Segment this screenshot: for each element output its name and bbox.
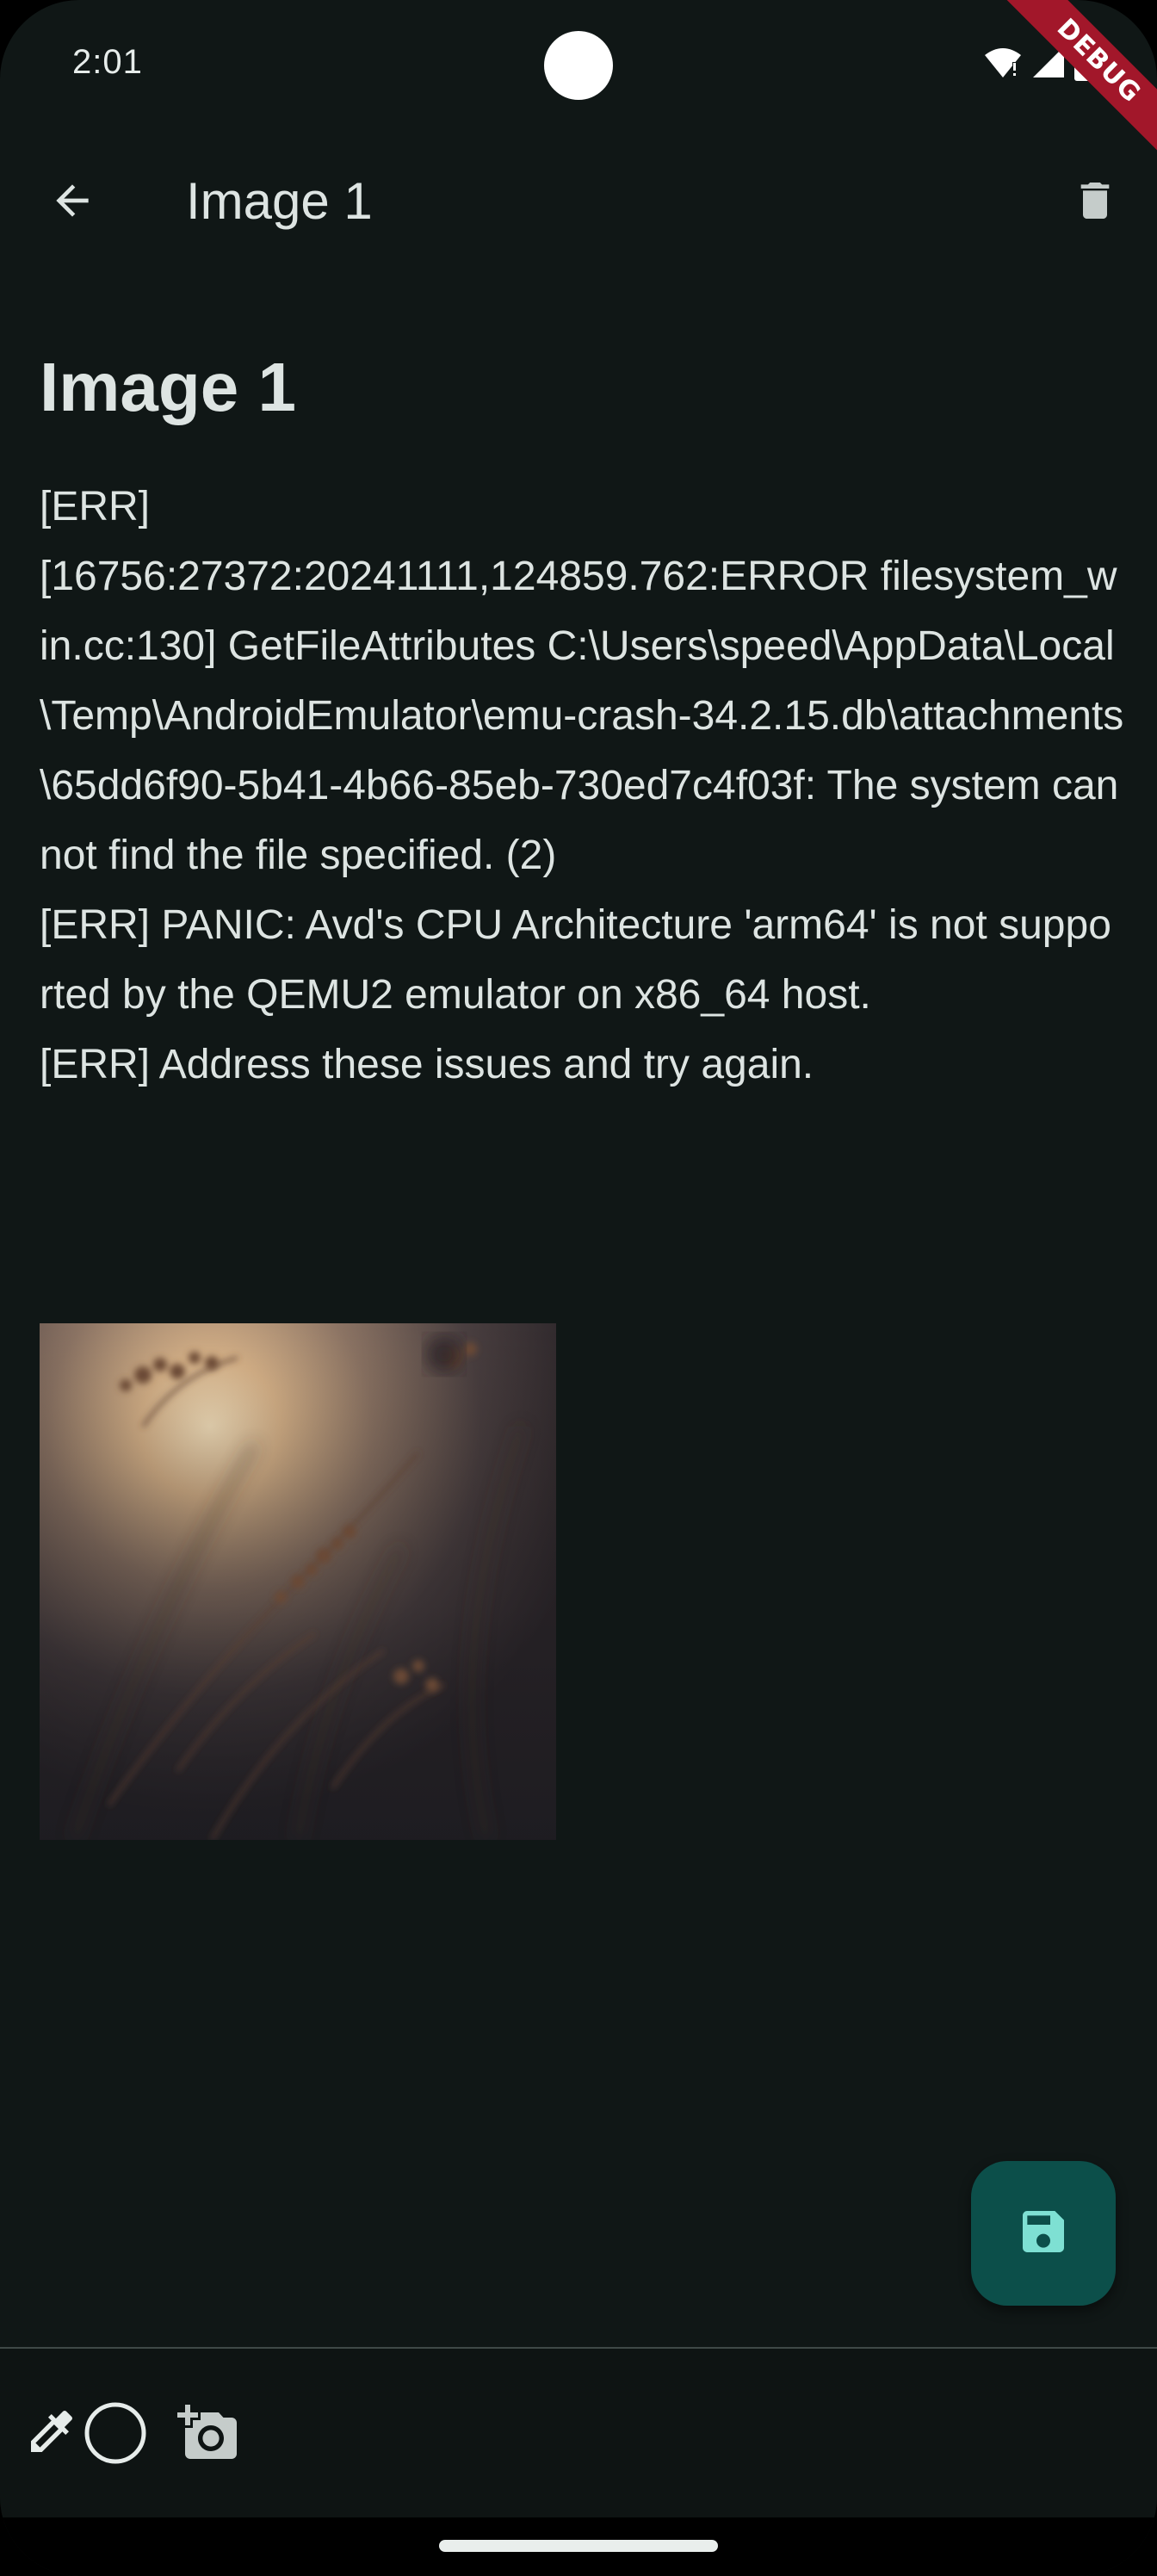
camera-cutout: [544, 31, 613, 100]
save-icon: [1016, 2204, 1071, 2263]
trash-icon: [1071, 176, 1119, 229]
delete-button[interactable]: [1057, 164, 1133, 240]
app-bar: Image 1: [0, 145, 1157, 260]
eyedropper-button[interactable]: [19, 2400, 84, 2466]
app-bar-title: Image 1: [186, 172, 373, 230]
attached-photo[interactable]: [40, 1323, 556, 1840]
add-photo-button[interactable]: [172, 2399, 244, 2471]
photo-dried-plants-sunset: [40, 1323, 556, 1840]
eyedropper-icon: [24, 2404, 79, 2463]
status-time: 2:01: [72, 43, 143, 81]
arrow-back-icon: [48, 176, 96, 229]
back-button[interactable]: [34, 164, 110, 240]
circle-icon: [83, 2400, 148, 2470]
status-icons: [983, 43, 1097, 85]
battery-icon: [1074, 43, 1097, 85]
home-indicator[interactable]: [439, 2540, 718, 2552]
add-photo-icon: [177, 2402, 239, 2468]
note-body[interactable]: [ERR] [16756:27372:20241111,124859.762:E…: [40, 472, 1124, 1099]
note-title[interactable]: Image 1: [40, 344, 1124, 430]
signal-icon: [1031, 45, 1066, 84]
note-content: Image 1 [ERR] [16756:27372:20241111,1248…: [40, 344, 1124, 1099]
wifi-icon: [983, 45, 1023, 84]
color-circle-button[interactable]: [81, 2400, 150, 2469]
save-button[interactable]: [971, 2161, 1116, 2306]
bottom-toolbar: [0, 2349, 1157, 2517]
phone-screen: 2:01 DEBUG Image 1 Image 1 [ERR] [16756:…: [0, 0, 1157, 2576]
status-bar: 2:01 DEBUG: [0, 0, 1157, 168]
